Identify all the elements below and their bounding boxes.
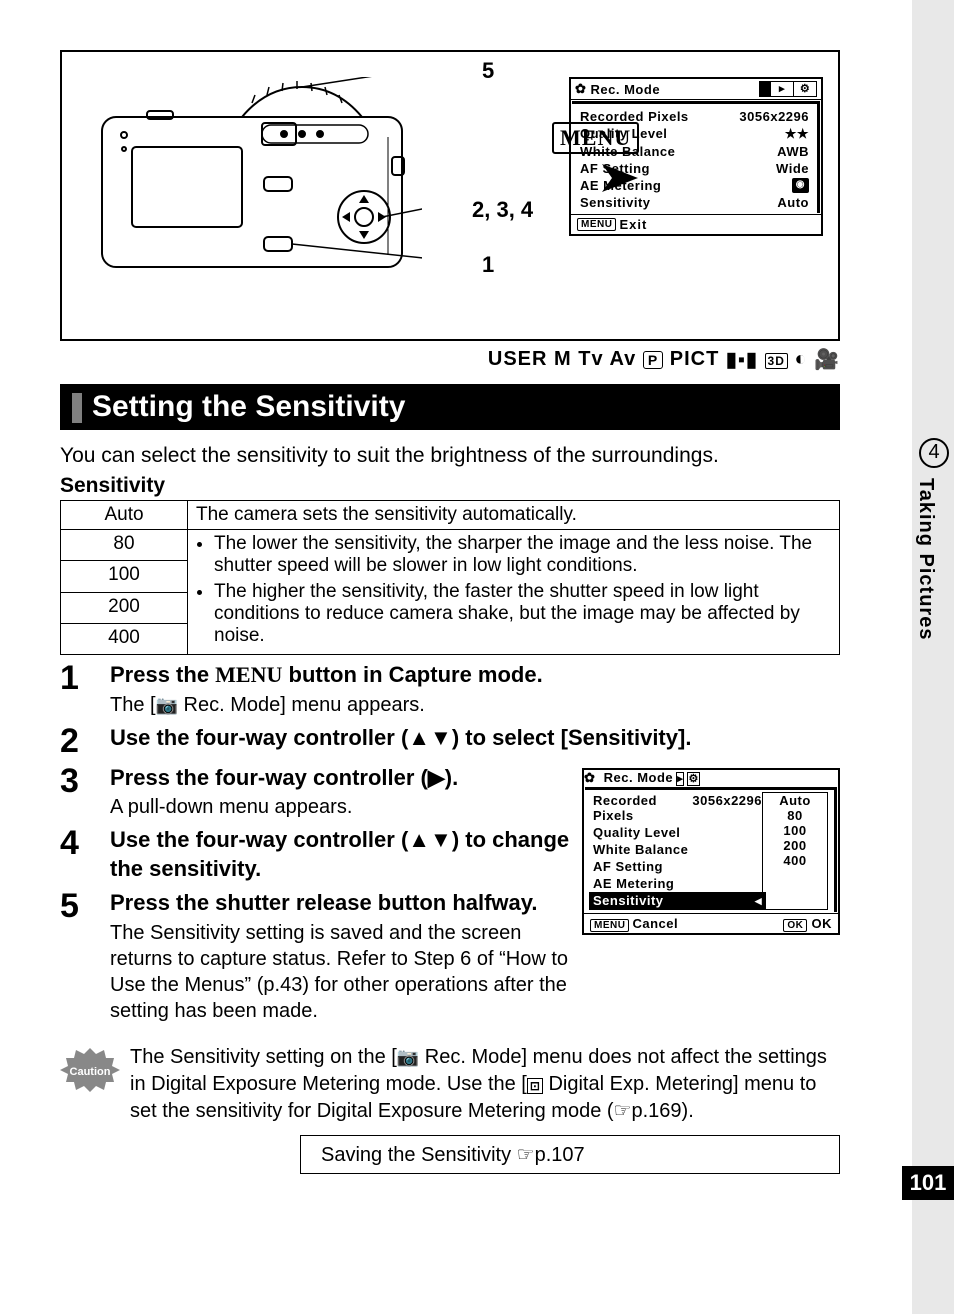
mode-dial-row: USER M Tv Av P PICT ▮▪▮ 3D ◐ 🎥 xyxy=(60,341,840,384)
lcd1-row-quality: Quality Level★★ xyxy=(580,125,809,143)
burst-icon: ▮▪▮ xyxy=(726,347,758,372)
mode-3d: 3D xyxy=(765,353,788,369)
lcd1-footer-label: Exit xyxy=(619,217,647,232)
step-3: 3 Press the four-way controller (▶). A p… xyxy=(60,764,570,821)
lcd1-row-ae: AE Metering◉ xyxy=(580,177,809,194)
step-2: 2 Use the four-way controller (▲▼) to se… xyxy=(60,724,840,758)
pointer-icon: ☞ xyxy=(614,1100,632,1122)
dem-icon: ⊡ xyxy=(527,1078,543,1094)
tab-play-icon: ▸ xyxy=(676,772,684,786)
diagram-box: 5 2, 3, 4 1 MENU ✿ Rec. Mode ▸ ⚙ Recorde… xyxy=(60,50,840,341)
lcd1-row-recorded-pixels: Recorded Pixels3056x2296 xyxy=(580,108,809,125)
chapter-label: Taking Pictures xyxy=(914,478,937,640)
tab-setup-icon: ⚙ xyxy=(793,81,817,97)
menu-mini-button: MENU xyxy=(577,218,616,231)
mode-m: M xyxy=(554,348,572,370)
table-cell-auto: Auto xyxy=(61,501,188,530)
step-5: 5 Press the shutter release button halfw… xyxy=(60,889,570,1024)
caution-icon: Caution xyxy=(60,1048,120,1092)
ok-mini-button: OK xyxy=(783,919,807,932)
step-1: 1 Press the MENU button in Capture mode.… xyxy=(60,661,840,718)
step-4: 4 Use the four-way controller (▲▼) to ch… xyxy=(60,826,570,883)
filter-icon: ◐ xyxy=(794,348,807,371)
metering-icon: ◉ xyxy=(792,178,809,193)
page-number: 101 xyxy=(902,1166,954,1200)
chapter-side-tab: 4 Taking Pictures xyxy=(914,438,954,640)
lcd1-row-wb: White BalanceAWB xyxy=(580,143,809,160)
lcd1-title: Rec. Mode xyxy=(591,82,661,97)
camera-icon: 📷 xyxy=(156,695,178,715)
sensitivity-subhead: Sensitivity xyxy=(60,474,840,498)
intro-text: You can select the sensitivity to suit t… xyxy=(60,444,840,468)
chapter-number: 4 xyxy=(919,438,949,468)
pointer-icon: ☞ xyxy=(517,1144,535,1166)
lcd-dropdown-menu: ✿ Rec. Mode ▸ ⚙ Recorded Pixels3056x2296… xyxy=(582,768,840,935)
svg-text:Caution: Caution xyxy=(70,1066,111,1078)
reference-box: Saving the Sensitivity ☞p.107 xyxy=(300,1135,840,1174)
highlighted-sensitivity: Sensitivity◂ xyxy=(589,892,766,910)
lcd1-row-sens: SensitivityAuto xyxy=(580,194,809,211)
tab-setup-icon: ⚙ xyxy=(687,772,699,786)
callout-234: 2, 3, 4 xyxy=(472,197,533,223)
table-cell-400: 400 xyxy=(61,623,188,654)
camera-icon: 📷 xyxy=(397,1047,419,1067)
side-gray-bar xyxy=(912,0,954,1314)
section-heading-bar: Setting the Sensitivity xyxy=(60,384,840,430)
mode-tv: Tv xyxy=(578,348,603,370)
table-cell-auto-desc: The camera sets the sensitivity automati… xyxy=(188,501,840,530)
menu-inline: MENU xyxy=(215,662,282,687)
table-cell-80: 80 xyxy=(61,530,188,561)
camera-icon: ✿ xyxy=(584,770,595,785)
callout-1: 1 xyxy=(482,252,494,278)
mode-p: P xyxy=(643,351,663,369)
section-heading: Setting the Sensitivity xyxy=(92,390,405,423)
mode-user: USER xyxy=(488,348,548,370)
movie-icon: 🎥 xyxy=(814,347,840,372)
sensitivity-table: Auto The camera sets the sensitivity aut… xyxy=(60,500,840,655)
tab-play-icon: ▸ xyxy=(770,81,794,97)
table-cell-200: 200 xyxy=(61,592,188,623)
mode-av: Av xyxy=(609,348,636,370)
camera-icon: ✿ xyxy=(575,81,586,97)
camera-illustration xyxy=(92,77,422,277)
lcd-rec-mode-menu: ✿ Rec. Mode ▸ ⚙ Recorded Pixels3056x2296… xyxy=(569,77,823,236)
caution-note: Caution The Sensitivity setting on the [… xyxy=(60,1044,840,1125)
callout-5: 5 xyxy=(482,58,494,84)
lcd2-title: Rec. Mode xyxy=(604,770,674,785)
menu-mini-button: MENU xyxy=(590,919,629,932)
lcd1-row-af: AF SettingWide xyxy=(580,160,809,177)
table-cell-100: 100 xyxy=(61,561,188,592)
table-cell-bullets: The lower the sensitivity, the sharper t… xyxy=(188,530,840,655)
mode-pict: PICT xyxy=(670,348,720,370)
dropdown-options: Auto 80 100 200 400 xyxy=(762,792,828,910)
